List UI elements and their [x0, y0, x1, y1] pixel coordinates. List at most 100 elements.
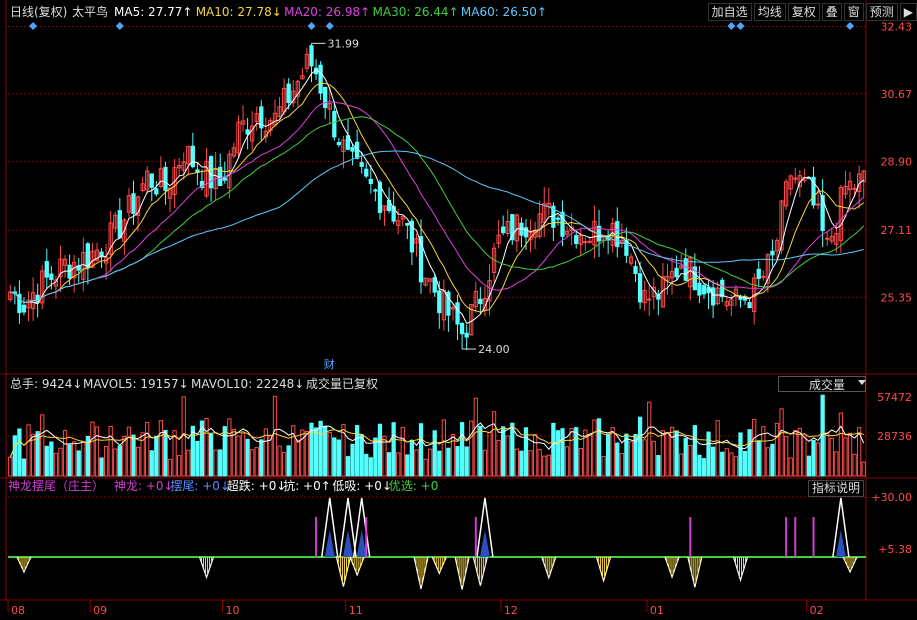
indicator-legend-3: 超跌: +0↓: [227, 478, 287, 493]
x-tick-label: 12: [504, 604, 518, 617]
volume-bar: [377, 423, 383, 477]
volume-bar: [555, 430, 561, 477]
overlay-button[interactable]: 叠: [821, 3, 842, 21]
volume-bar: [446, 447, 451, 477]
volume-bar: [418, 423, 424, 477]
x-tick-label: 10: [226, 604, 240, 617]
volume-tick-label: 28736: [877, 430, 912, 443]
candle-body: [633, 266, 638, 275]
indicator-legend-5: 低吸: +0↓: [332, 479, 392, 493]
volume-bar: [386, 452, 392, 477]
candle-body: [368, 178, 373, 185]
volume-bar: [345, 456, 351, 477]
ma-legend-4: MA60: 26.50↑: [461, 5, 547, 19]
volume-indicator-select[interactable]: 成交量: [778, 376, 866, 392]
volume-tick-label: 57472: [877, 391, 912, 404]
volume-bar: [44, 445, 49, 477]
candle-body: [245, 129, 250, 135]
candle-body: [825, 237, 830, 240]
x-tick-label: 02: [810, 604, 824, 617]
candle-body: [318, 64, 323, 94]
candle-body: [364, 168, 369, 177]
volume-bar: [432, 430, 437, 477]
volume-bar: [747, 429, 752, 477]
candle-body: [637, 273, 643, 303]
indicator-tick-label: +30.00: [871, 491, 912, 504]
candle-body: [336, 141, 342, 146]
candle-body: [464, 332, 469, 338]
candle-body: [455, 302, 460, 325]
volume-bar: [510, 422, 515, 477]
ma-legend-0: MA5: 27.77↑: [114, 5, 192, 19]
candle-body: [478, 298, 483, 305]
adjust-button[interactable]: 复权: [787, 3, 820, 21]
volume-bar: [606, 433, 611, 477]
candle-body: [286, 83, 291, 104]
volume-bar: [391, 422, 396, 477]
volume-bar: [313, 427, 319, 477]
stock-name: 太平鸟: [72, 4, 108, 19]
indicator-legend-2: 摆尾: +0↓: [170, 479, 230, 493]
volume-bar: [464, 446, 469, 477]
x-tick-label: 09: [93, 604, 107, 617]
indicator-legend-0: 神龙摆尾（庄主）: [8, 478, 104, 493]
volume-bar: [683, 437, 688, 477]
candle-body: [710, 287, 716, 306]
volume-bar: [806, 455, 812, 477]
volume-bar: [560, 428, 565, 477]
expand-arrow-icon[interactable]: ▶: [899, 3, 917, 21]
volume-bar: [332, 437, 337, 477]
volume-bar: [738, 432, 743, 477]
volume-bar: [117, 445, 122, 477]
candle-body: [647, 298, 652, 301]
ma-legend-3: MA30: 26.44↑: [373, 5, 459, 19]
price-tick-label: 30.67: [881, 88, 913, 101]
candle-body: [149, 173, 154, 188]
moving-average-button[interactable]: 均线: [753, 3, 786, 21]
indicator-description-button[interactable]: 指标说明: [808, 480, 865, 497]
candle-body: [701, 285, 707, 295]
volume-bar: [501, 426, 506, 477]
candle-body: [756, 268, 761, 279]
candle-body: [852, 187, 857, 190]
candle-body: [373, 189, 378, 192]
price-tick-label: 25.35: [881, 291, 913, 304]
add-favorite-button[interactable]: 加自选: [707, 3, 752, 21]
volume-bar: [259, 439, 264, 477]
volume-bar: [455, 446, 460, 477]
indicator-legend-6: 优选: +0: [389, 479, 439, 493]
volume-bar: [12, 435, 17, 477]
price-tick-label: 27.11: [881, 224, 913, 237]
x-tick-label: 11: [349, 604, 363, 617]
chart-title: 日线(复权): [10, 5, 67, 19]
volume-bar: [478, 425, 483, 477]
volume-bar: [149, 450, 154, 477]
candle-body: [154, 188, 159, 195]
candle-body: [583, 241, 588, 244]
volume-bar: [368, 457, 373, 477]
volume-bar: [697, 454, 702, 477]
candle-body: [131, 193, 136, 214]
volume-bar: [76, 450, 81, 477]
window-button[interactable]: 窗: [843, 3, 864, 21]
chevron-down-icon[interactable]: [858, 380, 866, 385]
candle-body: [437, 290, 442, 314]
ma-legend-2: MA20: 26.98↑: [284, 5, 370, 19]
volume-bar: [245, 438, 250, 477]
volume-bar: [706, 431, 711, 477]
x-tick-label: 08: [11, 604, 25, 617]
volume-bar: [286, 445, 291, 477]
stock-chart-window: 32.43 30.67 28.90 27.11 25.35 57472 28736 +30.0…: [0, 0, 917, 620]
volume-bar: [131, 434, 136, 477]
volume-bar: [674, 430, 679, 477]
high-price-label: 31.99: [327, 37, 359, 50]
volume-bar: [323, 426, 328, 477]
candle-body: [350, 147, 355, 152]
volume-bar: [692, 425, 697, 477]
low-price-label: 24.00: [478, 343, 510, 356]
ma-legend-1: MA10: 27.78↓: [196, 5, 282, 19]
candle-body: [761, 275, 766, 278]
volume-bar: [615, 442, 620, 477]
volume-bar: [21, 458, 27, 477]
forecast-button[interactable]: 预测: [865, 3, 898, 21]
